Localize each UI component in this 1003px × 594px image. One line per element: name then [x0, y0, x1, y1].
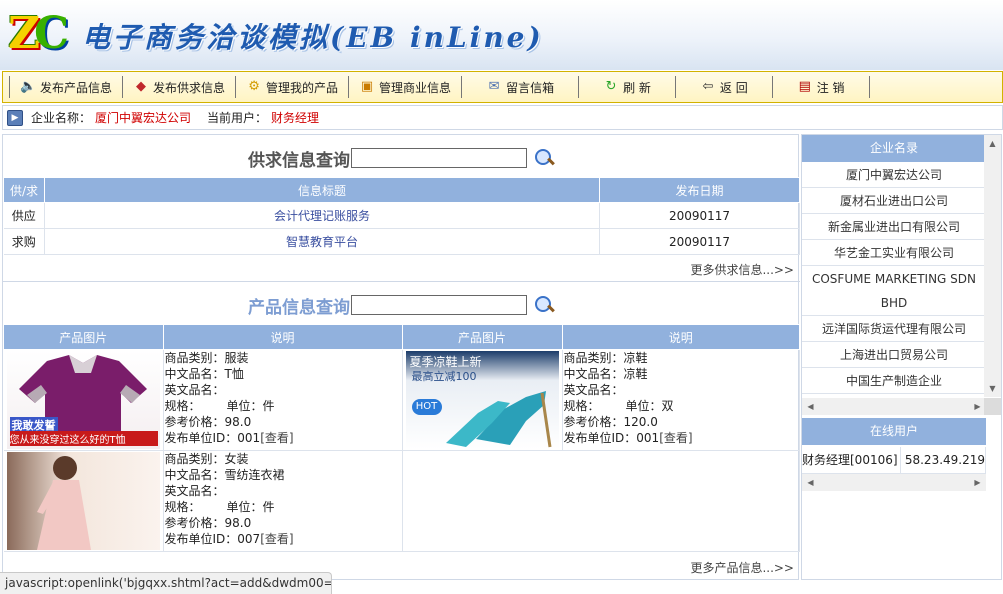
supply-title-link[interactable]: 智慧教育平台: [44, 228, 600, 255]
vertical-scrollbar[interactable]: ▲ ▼: [984, 135, 1001, 397]
zc-logo: Z C: [8, 8, 70, 59]
table-row: 求购 智慧教育平台 20090117: [3, 228, 800, 255]
toolbar: 🔈 发布产品信息 ◆ 发布供求信息 ⚙ 管理我的产品 ▣ 管理商业信息 ✉ 留言…: [2, 71, 1003, 103]
main-panel: 供求信息查询 供/求 信息标题 发布日期 供应 会计代理记账服务 2009011…: [2, 134, 800, 580]
search-icon[interactable]: [533, 147, 555, 169]
app-title: 电子商务洽谈模拟(EB inLine): [82, 21, 544, 54]
view-link[interactable]: [查看]: [260, 431, 293, 445]
list-item[interactable]: COSFUME MARKETING SDN BHD: [802, 266, 986, 316]
publish-product-button[interactable]: 🔈 发布产品信息: [9, 76, 124, 98]
horizontal-scrollbar[interactable]: ◀ ▶: [802, 474, 986, 491]
table-row: 我敢发誓 您从来没穿过这么好的T恤 商品类别：服装 中文品名：T恤 英文品名： …: [3, 349, 800, 451]
company-directory: 企业名录 厦门中翼宏达公司 厦材石业进出口公司 新金属业进出口有限公司 华艺金工…: [802, 135, 1001, 415]
mailbox-icon: ✉: [488, 79, 500, 94]
table-header: 产品图片 说明 产品图片 说明: [3, 324, 800, 350]
online-users-title: 在线用户: [802, 418, 986, 445]
scroll-down-icon[interactable]: ▼: [984, 380, 1001, 397]
product-table: 产品图片 说明 产品图片 说明 我敢发誓 您从来没穿过这么好的T恤 商品类别：服…: [3, 324, 800, 552]
more-products-link[interactable]: 更多产品信息...>>: [690, 559, 794, 576]
header-banner: Z C 电子商务洽谈模拟(EB inLine): [0, 0, 1003, 70]
sidebar: 企业名录 厦门中翼宏达公司 厦材石业进出口公司 新金属业进出口有限公司 华艺金工…: [801, 134, 1002, 580]
company-list: 企业名录 厦门中翼宏达公司 厦材石业进出口公司 新金属业进出口有限公司 华艺金工…: [802, 135, 986, 397]
refresh-button[interactable]: ↻ 刷 新: [579, 76, 676, 98]
product-description: 商品类别：服装 中文品名：T恤 英文品名： 规格： 单位：件 参考价格：98.0 …: [163, 349, 403, 451]
list-item[interactable]: 中国生产制造企业: [802, 368, 986, 394]
supply-table: 供/求 信息标题 发布日期 供应 会计代理记账服务 20090117 求购 智慧…: [3, 177, 800, 255]
list-item[interactable]: 厦门中翼宏达公司: [802, 162, 986, 188]
product-image-tshirt[interactable]: 我敢发誓 您从来没穿过这么好的T恤: [6, 351, 160, 449]
back-button[interactable]: ⇦ 返 回: [676, 76, 773, 98]
search-icon[interactable]: [533, 294, 555, 316]
scroll-left-icon[interactable]: ◀: [802, 474, 819, 491]
company-directory-title: 企业名录: [802, 135, 986, 162]
product-search-input[interactable]: [351, 295, 527, 315]
scroll-up-icon[interactable]: ▲: [984, 135, 1001, 152]
sandal-image: [445, 391, 551, 448]
online-users-table: 财务经理[00106] 58.23.49.219: [802, 447, 987, 474]
dress-image: [36, 456, 91, 550]
company-name: 厦门中翼宏达公司: [95, 111, 192, 125]
diamond-icon: ◆: [136, 79, 147, 94]
box-icon: ▣: [360, 79, 374, 94]
supply-search-row: 供求信息查询: [3, 138, 800, 178]
browser-status-bar: javascript:openlink('bjgqxx.shtml?act=ad…: [0, 572, 332, 594]
table-header: 供/求 信息标题 发布日期: [3, 177, 800, 203]
horizontal-scrollbar[interactable]: ◀ ▶: [802, 398, 986, 415]
supply-search-input[interactable]: [351, 148, 527, 168]
divider: [3, 281, 800, 282]
product-search-row: 产品信息查询: [3, 285, 800, 325]
gear-icon: ⚙: [248, 79, 260, 94]
product-description: 商品类别：女装 中文品名：雪纺连衣裙 英文品名： 规格： 单位：件 参考价格：98…: [163, 450, 403, 552]
publish-supply-button[interactable]: ◆ 发布供求信息: [123, 76, 237, 98]
product-description: 商品类别：凉鞋 中文品名：凉鞋 英文品名： 规格： 单位：双 参考价格：120.0…: [562, 349, 800, 451]
manage-business-button[interactable]: ▣ 管理商业信息: [349, 76, 463, 98]
play-icon: ▶: [7, 109, 23, 126]
mailbox-button[interactable]: ✉ 留言信箱: [462, 76, 580, 98]
company-info-bar: ▶ 企业名称： 厦门中翼宏达公司 当前用户： 财务经理: [2, 105, 1003, 130]
more-supply-link[interactable]: 更多供求信息...>>: [690, 261, 794, 278]
list-item[interactable]: 厦材石业进出口公司: [802, 188, 986, 214]
product-search-title: 产品信息查询: [248, 297, 350, 318]
logout-button[interactable]: ▤ 注 销: [773, 76, 870, 98]
scroll-left-icon[interactable]: ◀: [802, 398, 819, 415]
list-item[interactable]: 远洋国际货运代理有限公司: [802, 316, 986, 342]
table-row: 商品类别：女装 中文品名：雪纺连衣裙 英文品名： 规格： 单位：件 参考价格：98…: [3, 450, 800, 552]
scroll-right-icon[interactable]: ▶: [969, 474, 986, 491]
manage-products-button[interactable]: ⚙ 管理我的产品: [236, 76, 350, 98]
current-user: 财务经理: [271, 111, 320, 125]
list-item[interactable]: 华艺金工实业有限公司: [802, 240, 986, 266]
logout-icon: ▤: [798, 79, 811, 94]
back-arrow-icon: ⇦: [702, 79, 714, 94]
view-link[interactable]: [查看]: [659, 431, 692, 445]
supply-title-link[interactable]: 会计代理记账服务: [44, 202, 600, 229]
supply-search-title: 供求信息查询: [248, 150, 350, 171]
product-image-dress[interactable]: [6, 452, 160, 550]
table-row: 供应 会计代理记账服务 20090117: [3, 202, 800, 229]
online-users-panel: 在线用户: [802, 418, 986, 445]
list-item[interactable]: 上海进出口贸易公司: [802, 342, 986, 368]
refresh-icon: ↻: [605, 79, 617, 94]
product-image-sandal[interactable]: 夏季凉鞋上新 最高立减100 HOT: [405, 351, 559, 449]
table-row: 财务经理[00106] 58.23.49.219: [802, 447, 987, 474]
view-link[interactable]: [查看]: [260, 532, 293, 546]
speaker-icon: 🔈: [20, 79, 37, 94]
list-item[interactable]: 新金属业进出口有限公司: [802, 214, 986, 240]
